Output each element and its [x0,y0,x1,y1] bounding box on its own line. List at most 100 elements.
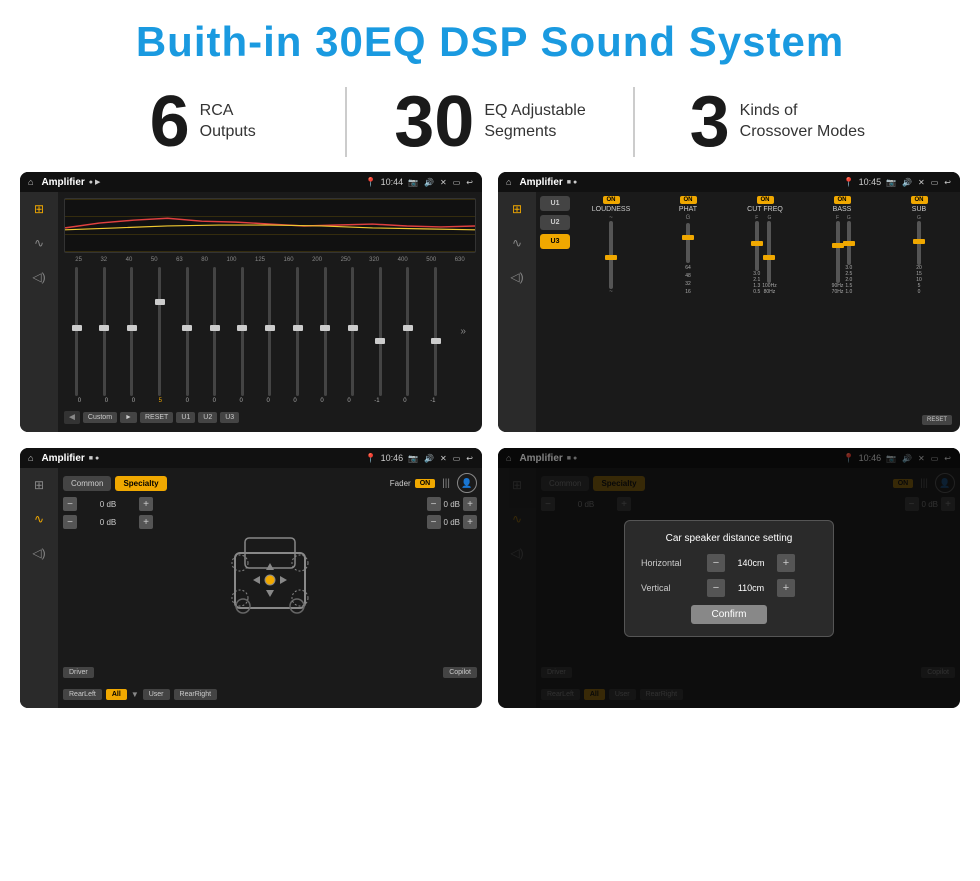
eq-slider-5[interactable] [174,267,200,396]
eq-sidebar-speaker-icon[interactable]: ◁) [28,266,50,288]
cross-eq-icon[interactable]: ⊞ [506,198,528,220]
fader-user-button[interactable]: User [143,689,170,700]
distance-dialog-overlay: Car speaker distance setting Horizontal … [498,448,960,708]
cross-home-icon: ⌂ [506,177,511,187]
fader-specialty-tab[interactable]: Specialty [115,476,166,491]
fader-home-icon: ⌂ [28,453,33,463]
eq-slider-9[interactable] [285,267,311,396]
eq-slider-10[interactable] [312,267,338,396]
cross-status-bar: ⌂ Amplifier ■ ● 📍 10:45 📷 🔊 ✕ ▭ ↩ [498,172,960,192]
confirm-button[interactable]: Confirm [691,605,766,624]
eq-sidebar-wave-icon[interactable]: ∿ [28,232,50,254]
screen-distance: ⌂ Amplifier ■ ● 📍 10:46 📷 🔊 ✕ ▭ ↩ ⊞ ∿ ◁)… [498,448,960,708]
eq-slider-14[interactable] [423,267,449,396]
eq-sidebar-eq-icon[interactable]: ⊞ [28,198,50,220]
fader-spk-sidebar-icon[interactable]: ◁) [28,542,50,564]
horizontal-label: Horizontal [641,558,701,568]
eq-status-bar: ⌂ Amplifier ● ▶ 📍 10:44 📷 🔊 ✕ ▭ ↩ [20,172,482,192]
loudness-on-badge: ON [603,196,620,204]
cross-wave-icon[interactable]: ∿ [506,232,528,254]
fader-sidebar: ⊞ ∿ ◁) [20,468,58,708]
eq-play-button[interactable]: ► [120,412,137,423]
fader-all-button[interactable]: All [106,689,127,700]
cross-u3-btn[interactable]: U3 [540,234,570,249]
fader-driver-button[interactable]: Driver [63,667,94,678]
eq-sidebar: ⊞ ∿ ◁) [20,192,58,432]
page-header: Buith-in 30EQ DSP Sound System [0,0,980,76]
eq-more-icon[interactable]: » [450,267,476,396]
cross-reset-button[interactable]: RESET [922,415,952,425]
fader-rearright-button[interactable]: RearRight [174,689,218,700]
fader-rearleft-button[interactable]: RearLeft [63,689,102,700]
fader-loc-icon: 📍 [365,453,376,464]
fader-minus-4[interactable]: − [427,515,441,529]
fader-status-dots: ■ ● [89,455,99,462]
dialog-vertical-row: Vertical − 110cm + [641,579,817,597]
fader-plus-1[interactable]: + [139,497,153,511]
stat-number-rca: 6 [150,86,190,158]
cross-u1-btn[interactable]: U1 [540,196,570,211]
fader-label: Fader [390,479,411,488]
vertical-minus-button[interactable]: − [707,579,725,597]
eq-custom-button[interactable]: Custom [83,412,117,423]
vertical-plus-button[interactable]: + [777,579,795,597]
fader-bottom-row: Driver Copilot [63,663,477,681]
cross-loc-icon: 📍 [843,177,854,188]
eq-slider-2[interactable] [92,267,118,396]
eq-slider-3[interactable] [119,267,145,396]
fader-plus-4[interactable]: + [463,515,477,529]
fader-minus-2[interactable]: − [63,515,77,529]
cross-app-title: Amplifier [519,177,562,188]
stat-eq: 30 EQ Adjustable Segments [347,86,632,158]
cross-bass-col: ON BASS F 90Hz 70Hz G [805,196,879,428]
cross-time: 10:45 [859,177,882,187]
fader-car-diagram [159,497,381,659]
eq-prev-button[interactable]: ◄ [64,411,80,424]
fader-settings-icon[interactable]: 👤 [457,473,477,493]
fader-left-controls: − 0 dB + − 0 dB + [63,497,153,659]
loudness-label: LOUDNESS [592,206,631,213]
eq-slider-12[interactable] [368,267,394,396]
cross-loudness-col: ON LOUDNESS ~ ~ [574,196,648,428]
eq-slider-8[interactable] [257,267,283,396]
eq-slider-1[interactable] [64,267,90,396]
fader-right-controls: − 0 dB + − 0 dB + [387,497,477,659]
eq-slider-6[interactable] [202,267,228,396]
eq-sliders-area: » 0 0 0 5 0 0 0 0 0 0 0 [64,267,476,404]
stat-text-eq: EQ Adjustable Segments [484,101,585,143]
fader-plus-3[interactable]: + [463,497,477,511]
bass-on-badge: ON [834,196,851,204]
fader-common-tab[interactable]: Common [63,476,111,491]
screenshots-grid: ⌂ Amplifier ● ▶ 📍 10:44 📷 🔊 ✕ ▭ ↩ ⊞ ∿ ◁) [0,172,980,718]
cross-u2-btn[interactable]: U2 [540,215,570,230]
bass-label: BASS [833,206,852,213]
stat-crossover: 3 Kinds of Crossover Modes [635,86,920,158]
eq-u3-button[interactable]: U3 [220,412,239,423]
fader-minus-1[interactable]: − [63,497,77,511]
fader-wave-icon[interactable]: ∿ [28,508,50,530]
eq-u1-button[interactable]: U1 [176,412,195,423]
horizontal-minus-button[interactable]: − [707,554,725,572]
eq-reset-button[interactable]: RESET [140,412,173,423]
fader-app-title: Amplifier [41,453,84,464]
cross-phat-col: ON PHAT G 64 48 32 16 [651,196,725,428]
eq-slider-11[interactable] [340,267,366,396]
eq-slider-13[interactable] [395,267,421,396]
fader-eq-icon[interactable]: ⊞ [28,474,50,496]
fader-plus-2[interactable]: + [139,515,153,529]
fader-minus-3[interactable]: − [427,497,441,511]
fader-copilot-button[interactable]: Copilot [443,667,477,678]
cross-rect-icon: ▭ [931,178,939,187]
fader-main-area: Common Specialty Fader ON ||| 👤 − 0 dB + [58,468,482,708]
eq-u2-button[interactable]: U2 [198,412,217,423]
fader-db-value-3: 0 dB [444,500,460,509]
eq-slider-4[interactable] [147,267,173,396]
vertical-value: 110cm [731,583,771,593]
dialog-horizontal-row: Horizontal − 140cm + [641,554,817,572]
horizontal-plus-button[interactable]: + [777,554,795,572]
cross-back-icon: ↩ [944,178,951,187]
stat-number-eq: 30 [394,86,474,158]
distance-dialog: Car speaker distance setting Horizontal … [624,520,834,637]
eq-slider-7[interactable] [230,267,256,396]
cross-spk-sidebar-icon[interactable]: ◁) [506,266,528,288]
